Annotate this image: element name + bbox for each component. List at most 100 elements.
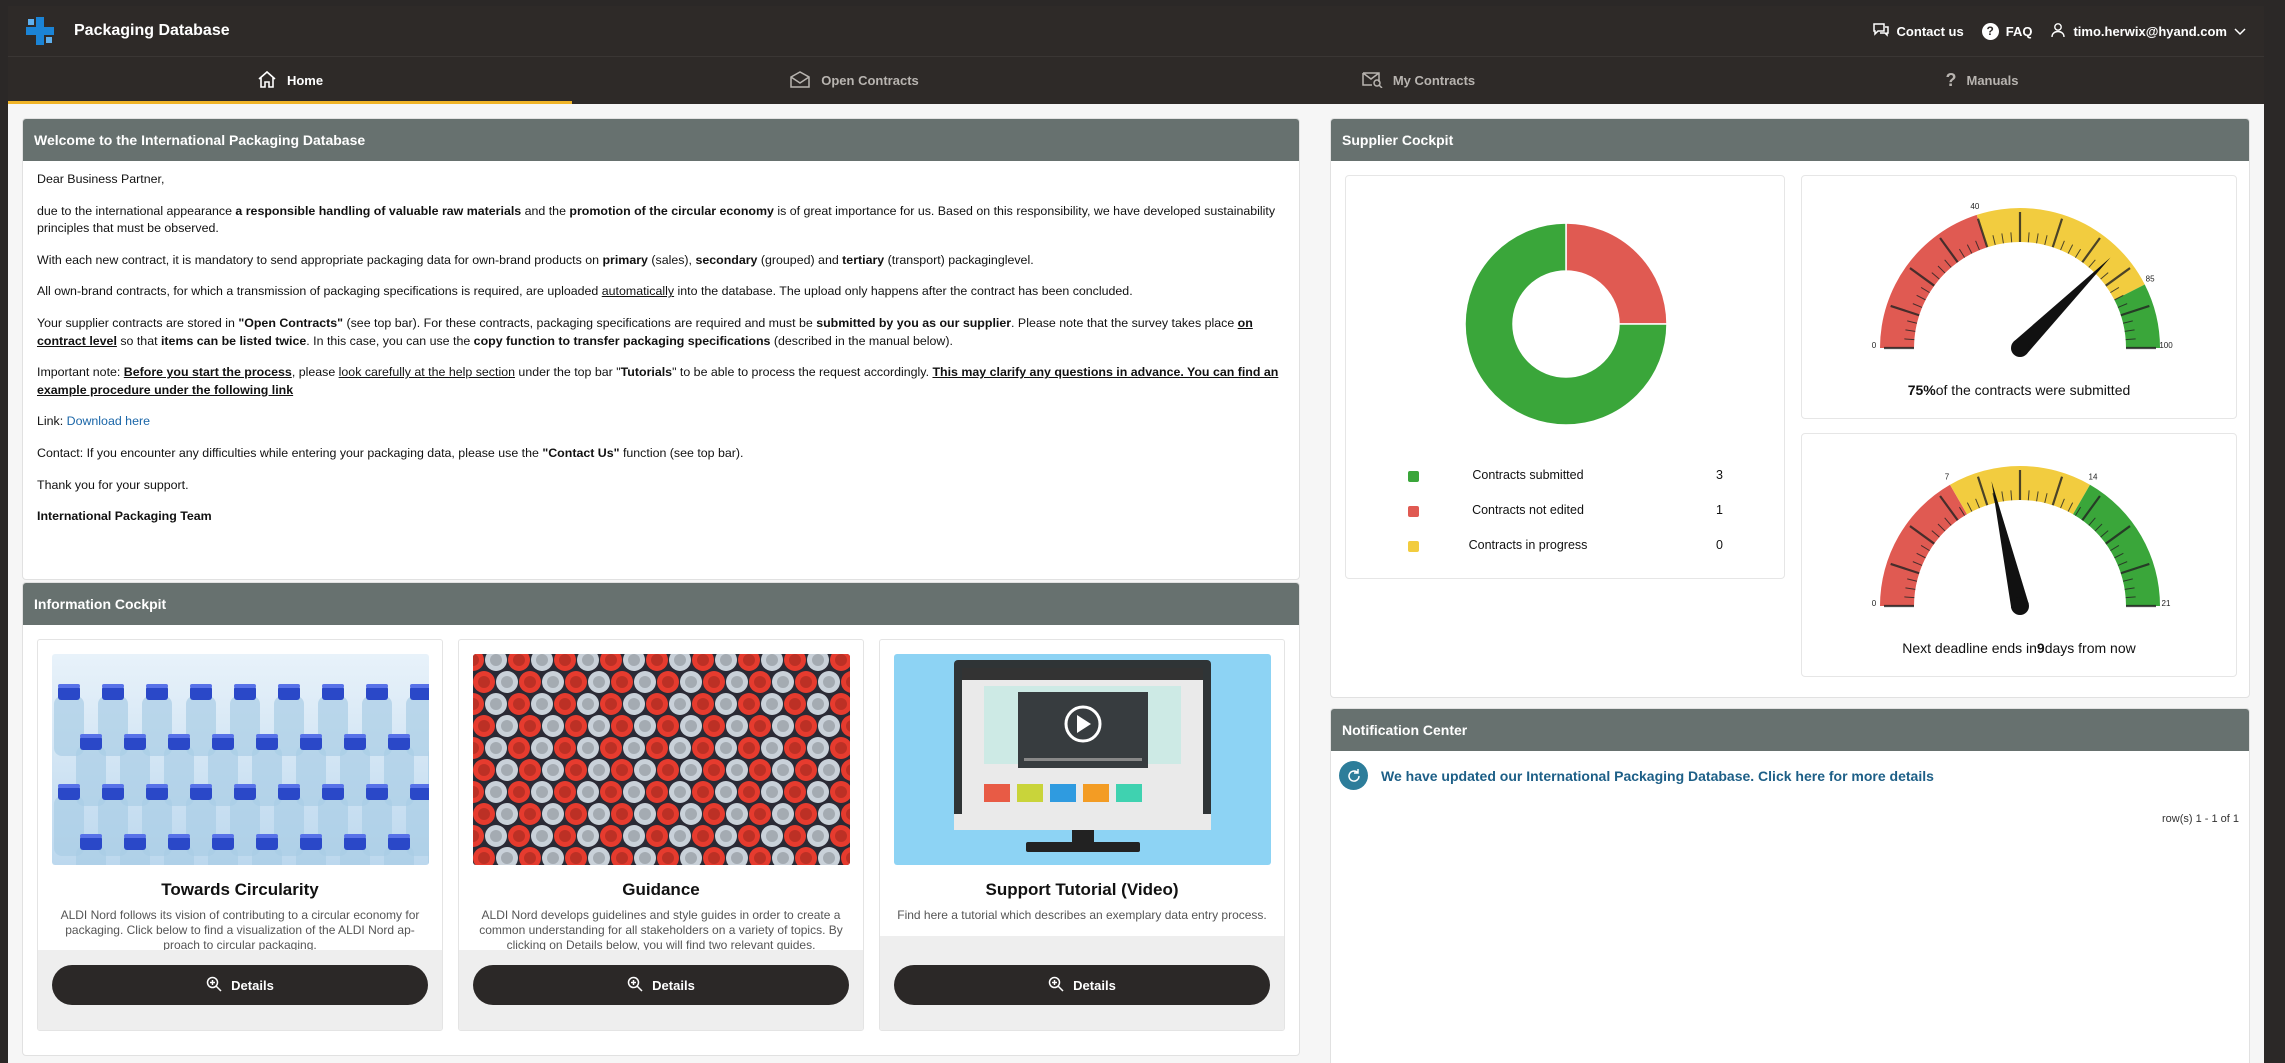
greeting: Dear Business Partner, [37,172,165,186]
gauge-tick-label: 7 [1945,473,1950,482]
faq-label: FAQ [2005,23,2033,39]
welcome-panel: Welcome to the International Packaging D… [22,118,1300,580]
tab-my-contracts-label: My Contracts [1392,73,1476,88]
details-label: Details [1073,977,1116,993]
faq-button[interactable]: ? FAQ [1981,22,2033,40]
notification-center-title: Notification Center [1331,709,2249,751]
video-tutorial-image [894,654,1271,865]
gauge-tick-label: 0 [1872,341,1877,350]
gauge-band [1880,214,1988,348]
contact-us-label: Contact us [1896,23,1964,39]
main-nav: Home Open Contracts My Contracts ? Manua… [8,56,2264,104]
legend-item[interactable]: Contracts in progress 0 [1346,538,1784,558]
user-icon [2050,22,2066,41]
top-bar: Packaging Database Contact us ? FAQ timo… [8,6,2264,56]
card-description: Find here a tutorial which describes an … [897,908,1267,922]
card-title: Guidance [622,880,700,899]
notification-link[interactable]: We have updated our International Packag… [1381,768,1934,784]
details-button[interactable]: Details [52,965,428,1005]
submitted-caption: 75%of the contracts were submitted [1907,382,2131,398]
envelope-open-icon [789,70,811,91]
card-title: Support Tutorial (Video) [985,880,1179,899]
tab-home-label: Home [286,73,324,88]
paragraph-upload: All own-brand contracts, for which a tra… [37,284,1133,299]
deadline-caption: Next deadline ends in9days from now [1902,640,2136,656]
app-logo-icon[interactable] [26,17,54,45]
zoom-in-icon [627,976,643,995]
tab-open-contracts-label: Open Contracts [821,73,919,88]
legend-label: Contracts in progress [1468,538,1588,552]
app-title: Packaging Database [74,22,230,39]
download-link[interactable]: Download here [67,414,150,428]
bottles-image [52,654,429,865]
notification-item[interactable]: We have updated our International Packag… [1339,761,1934,790]
help-circle-icon: ? [1981,22,1999,40]
legend-label: Contracts not edited [1472,503,1584,517]
app-window: Packaging Database Contact us ? FAQ timo… [8,6,2264,1063]
user-email: timo.herwix@hyand.com [2073,23,2227,39]
welcome-panel-title: Welcome to the International Packaging D… [23,119,1299,161]
tab-manuals-label: Manuals [1966,73,2019,88]
card-guidance: Guidance ALDI Nord develops guidelines a… [458,639,864,1031]
legend-value: 3 [1716,468,1723,482]
details-button[interactable]: Details [894,965,1270,1005]
donut-slice-1[interactable] [1565,222,1668,325]
legend-item[interactable]: Contracts submitted 3 [1346,468,1784,488]
gauge-tick-label: 0 [1872,599,1877,608]
legend-swatch [1408,506,1419,517]
legend-value: 1 [1716,503,1723,517]
zoom-in-icon [206,976,222,995]
contracts-donut-chart: Contracts submitted 3 Contracts not edited… [1345,175,1785,579]
details-label: Details [231,977,274,993]
legend-value: 0 [1716,538,1723,552]
question-mark-icon: ? [1945,70,1957,90]
deadline-gauge: 0 7 14 21 Next deadline ends in9days from n… [1801,433,2237,677]
home-icon [257,70,277,91]
information-cockpit-panel: Information Cockpit Towards Circularity … [22,582,1300,1056]
welcome-text: Dear Business Partner, due to the intern… [23,161,1299,550]
supplier-cockpit-title: Supplier Cockpit [1331,119,2249,161]
submitted-gauge: 0 40 85 100 75%of the contracts were submit… [1801,175,2237,419]
tab-home[interactable]: Home [8,57,572,104]
tab-open-contracts[interactable]: Open Contracts [572,57,1136,104]
paragraph-contact: Contact: If you encounter any difficulti… [37,446,744,461]
bottle-caps-image [473,654,850,865]
details-button[interactable]: Details [473,965,849,1005]
gauge-tick-label: 21 [2162,599,2171,608]
details-label: Details [652,977,695,993]
card-description: ALDI Nord develops guidelines and style … [479,908,843,952]
information-cockpit-title: Information Cockpit [23,583,1299,625]
signature: International Packaging Team [37,509,212,524]
envelope-search-icon [1361,70,1383,91]
chat-icon [1872,22,1890,41]
paragraph-responsibility: due to the international appearance a re… [37,203,1276,236]
chevron-down-icon [2234,24,2246,39]
refresh-icon [1339,761,1368,790]
thanks-text: Thank you for your support. [37,477,189,492]
card-title: Towards Circularity [161,880,319,899]
gauge-tick-label: 40 [1970,202,1979,211]
gauge-band [2073,484,2160,606]
gauge-hub [2011,597,2029,615]
legend-label: Contracts submitted [1472,468,1584,482]
pagination-info: row(s) 1 - 1 of 1 [2161,813,2239,825]
paragraph-important-note: Important note: Before you start the pro… [37,365,1279,397]
gauge-tick-label: 85 [2146,275,2155,284]
legend-swatch [1408,541,1419,552]
legend-swatch [1408,471,1419,482]
gauge-hub [2011,339,2029,357]
gauge-tick-label: 100 [2159,341,2173,350]
supplier-cockpit-panel: Supplier Cockpit Contracts submitted 3 Con… [1330,118,2250,698]
card-towards-circularity: Towards Circularity ALDI Nord follows it… [37,639,443,1031]
card-support-tutorial: Support Tutorial (Video) Find here a tut… [879,639,1285,1031]
paragraph-link: Link: Download here [37,414,150,429]
tab-my-contracts[interactable]: My Contracts [1136,57,1700,104]
notification-center-panel: Notification Center We have updated our … [1330,708,2250,1063]
contact-us-button[interactable]: Contact us [1872,22,1964,41]
gauge-band [1880,484,1967,606]
tab-manuals[interactable]: ? Manuals [1700,57,2264,104]
user-menu[interactable]: timo.herwix@hyand.com [2050,22,2246,41]
gauge-needle [2013,257,2111,355]
paragraph-packaging-levels: With each new contract, it is mandatory … [37,252,1034,267]
legend-item[interactable]: Contracts not edited 1 [1346,503,1784,523]
